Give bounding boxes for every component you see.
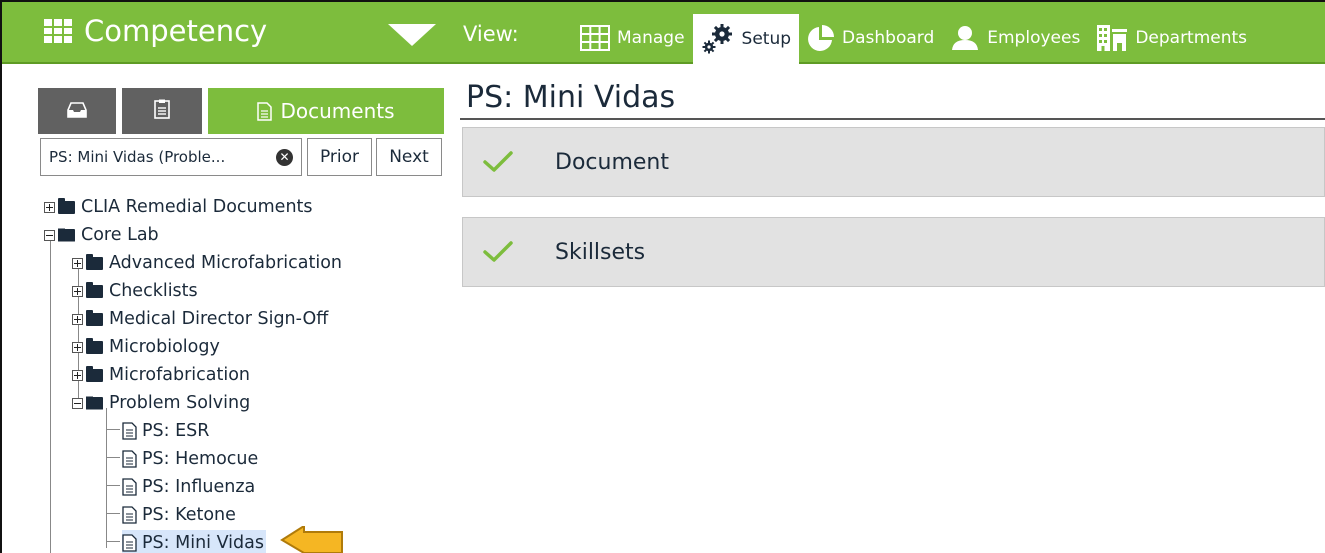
tab-inbox[interactable] bbox=[38, 88, 116, 134]
tree-folder-clia-remedial[interactable]: CLIA Remedial Documents bbox=[44, 194, 313, 220]
tree-item-label: Checklists bbox=[109, 281, 198, 301]
tree-item-label: Problem Solving bbox=[109, 393, 251, 413]
inbox-icon bbox=[67, 99, 87, 123]
collapse-icon[interactable] bbox=[72, 397, 83, 409]
pointer-arrow-icon bbox=[280, 524, 344, 553]
folder-open-icon bbox=[58, 228, 75, 242]
tree-item-label: PS: Hemocue bbox=[142, 449, 259, 469]
nav-dashboard-label: Dashboard bbox=[842, 28, 935, 48]
expand-icon[interactable] bbox=[72, 369, 83, 381]
app-title: Competency bbox=[84, 14, 268, 48]
tree-folder-advanced-microfabrication[interactable]: Advanced Microfabrication bbox=[72, 250, 342, 276]
check-icon bbox=[483, 241, 513, 263]
tree-item-label: Core Lab bbox=[81, 225, 159, 245]
document-icon bbox=[122, 450, 137, 468]
tree-connector bbox=[106, 485, 120, 486]
document-search-input[interactable] bbox=[49, 148, 269, 166]
tree-item-label: PS: Influenza bbox=[142, 477, 256, 497]
app-brand[interactable]: Competency bbox=[44, 14, 267, 48]
apps-grid-icon bbox=[44, 19, 72, 43]
app-menu-dropdown-icon[interactable] bbox=[388, 24, 436, 46]
tree-folder-core-lab[interactable]: Core Lab bbox=[44, 222, 159, 248]
tree-item-label: Medical Director Sign-Off bbox=[109, 309, 329, 329]
tree-doc-ps-esr[interactable]: PS: ESR bbox=[122, 418, 209, 444]
tree-doc-ps-influenza[interactable]: PS: Influenza bbox=[122, 474, 255, 500]
tree-item-label: Microfabrication bbox=[109, 365, 251, 385]
top-bar: Competency View: Manage Setup Dashboard … bbox=[2, 2, 1325, 64]
folder-icon bbox=[86, 253, 103, 270]
building-icon bbox=[1096, 24, 1128, 52]
nav-setup-label: Setup bbox=[741, 29, 792, 49]
expand-icon[interactable] bbox=[72, 285, 83, 297]
section-document[interactable]: Document bbox=[462, 127, 1325, 197]
document-icon bbox=[122, 478, 137, 496]
tree-connector bbox=[106, 457, 120, 458]
tree-folder-problem-solving[interactable]: Problem Solving bbox=[72, 390, 250, 416]
tree-item-label: CLIA Remedial Documents bbox=[81, 197, 313, 217]
tree-doc-ps-mini-vidas[interactable]: PS: Mini Vidas bbox=[122, 530, 266, 553]
document-icon bbox=[122, 506, 137, 524]
tree-connector bbox=[106, 513, 120, 514]
tree-item-label: PS: Mini Vidas bbox=[142, 533, 264, 553]
page-title: PS: Mini Vidas bbox=[466, 80, 676, 115]
view-nav: Manage Setup Dashboard Employees Departm… bbox=[570, 2, 1255, 64]
expand-icon[interactable] bbox=[72, 313, 83, 325]
nav-manage[interactable]: Manage bbox=[570, 2, 693, 64]
tree-doc-ps-hemocue[interactable]: PS: Hemocue bbox=[122, 446, 258, 472]
folder-icon bbox=[86, 309, 103, 326]
nav-employees-label: Employees bbox=[987, 28, 1081, 48]
tree-item-label: Microbiology bbox=[109, 337, 220, 357]
tab-documents-label: Documents bbox=[280, 99, 395, 123]
clear-search-icon[interactable]: ✕ bbox=[276, 149, 293, 166]
tree-item-label: Advanced Microfabrication bbox=[109, 253, 343, 273]
tree-item-label: PS: ESR bbox=[142, 421, 210, 441]
nav-dashboard[interactable]: Dashboard bbox=[799, 2, 942, 64]
nav-departments[interactable]: Departments bbox=[1088, 2, 1255, 64]
section-skillsets-label: Skillsets bbox=[555, 239, 646, 265]
tree-folder-microbiology[interactable]: Microbiology bbox=[72, 334, 220, 360]
tree-folder-microfabrication[interactable]: Microfabrication bbox=[72, 362, 250, 388]
gears-icon bbox=[701, 23, 735, 55]
tree-connector bbox=[106, 429, 120, 430]
folder-icon bbox=[58, 197, 75, 214]
section-skillsets[interactable]: Skillsets bbox=[462, 217, 1325, 287]
sidebar-tabs: Documents bbox=[38, 88, 444, 134]
document-icon bbox=[122, 422, 137, 440]
folder-icon bbox=[86, 365, 103, 382]
person-icon bbox=[950, 25, 980, 51]
next-button[interactable]: Next bbox=[376, 138, 442, 176]
expand-icon[interactable] bbox=[72, 341, 83, 353]
title-divider bbox=[460, 118, 1325, 120]
clipboard-icon bbox=[154, 99, 170, 124]
folder-icon bbox=[86, 337, 103, 354]
tree-connector bbox=[106, 541, 120, 542]
tree-folder-medical-director-sign-off[interactable]: Medical Director Sign-Off bbox=[72, 306, 328, 332]
tab-documents[interactable]: Documents bbox=[208, 88, 444, 134]
nav-setup[interactable]: Setup bbox=[692, 14, 800, 64]
tree-folder-checklists[interactable]: Checklists bbox=[72, 278, 198, 304]
nav-manage-label: Manage bbox=[617, 28, 685, 48]
grid-icon bbox=[580, 25, 610, 51]
section-document-label: Document bbox=[555, 149, 669, 175]
pie-chart-icon bbox=[807, 24, 835, 52]
tree-item-label: PS: Ketone bbox=[142, 505, 236, 525]
tab-clipboard[interactable] bbox=[122, 88, 202, 134]
prior-button[interactable]: Prior bbox=[307, 138, 372, 176]
document-search-field: ✕ bbox=[40, 138, 302, 176]
view-label: View: bbox=[463, 22, 519, 46]
nav-departments-label: Departments bbox=[1135, 28, 1248, 48]
document-icon bbox=[257, 101, 273, 121]
expand-icon[interactable] bbox=[44, 201, 55, 213]
expand-icon[interactable] bbox=[72, 257, 83, 269]
tree-connector bbox=[50, 240, 51, 553]
check-icon bbox=[483, 151, 513, 173]
tree-doc-ps-ketone[interactable]: PS: Ketone bbox=[122, 502, 236, 528]
folder-icon bbox=[86, 281, 103, 298]
nav-employees[interactable]: Employees bbox=[942, 2, 1088, 64]
document-icon bbox=[122, 534, 137, 552]
collapse-icon[interactable] bbox=[44, 229, 55, 241]
folder-open-icon bbox=[86, 396, 103, 410]
